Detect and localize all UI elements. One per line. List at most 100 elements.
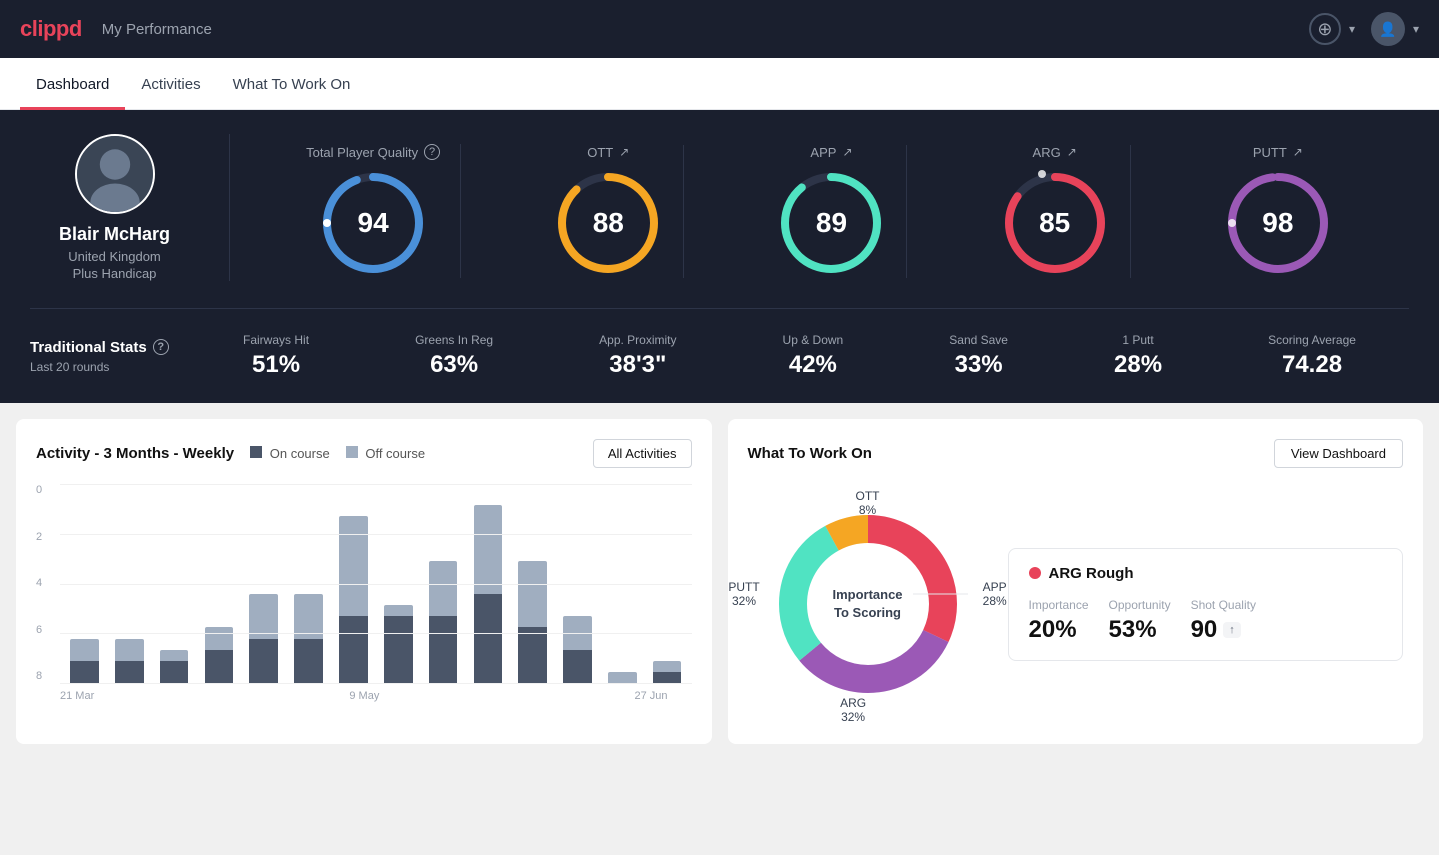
stat-greens-in-reg: Greens In Reg 63% [415,333,493,379]
view-dashboard-button[interactable]: View Dashboard [1274,439,1403,468]
trad-stats-subtitle: Last 20 rounds [30,360,190,374]
bar-on-course [115,661,144,683]
arg-card-title: ARG Rough [1029,565,1383,582]
avatar: 👤 [1371,12,1405,46]
arg-opportunity: Opportunity 53% [1109,598,1171,644]
arg-opportunity-label: Opportunity [1109,598,1171,612]
putt-label: PUTT ↗ [1253,145,1303,160]
bar-off-course [653,661,682,672]
bar-off-course [294,594,323,638]
arg-shot-quality: Shot Quality 90 ↑ [1191,598,1256,644]
fairways-hit-label: Fairways Hit [243,333,309,347]
ott-gauge: 88 [553,168,663,278]
activity-chart-header: Activity - 3 Months - Weekly On course O… [36,439,692,468]
bar-group [288,484,329,683]
arg-card-dot-icon [1029,567,1041,579]
bar-group [243,484,284,683]
bar-on-course [653,672,682,683]
app-value: 89 [816,207,847,239]
on-course-dot-icon [250,446,262,458]
hero-section: Blair McHarg United Kingdom Plus Handica… [0,110,1439,403]
ott-trend-icon: ↗ [619,145,629,159]
bar-off-course [70,639,99,661]
bar-off-course [384,605,413,616]
bar-on-course [205,650,234,683]
tab-what-to-work-on[interactable]: What To Work On [217,58,367,110]
arg-shot-quality-label: Shot Quality [1191,598,1256,612]
arg-value: 85 [1039,207,1070,239]
greens-in-reg-label: Greens In Reg [415,333,493,347]
bar-on-course [384,616,413,683]
arg-shot-quality-value: 90 [1191,616,1218,644]
stat-scoring-avg: Scoring Average 74.28 [1268,333,1356,379]
add-chevron-icon: ▾ [1349,22,1355,36]
donut-chart: ImportanceTo Scoring OTT 8% APP 28% ARG … [748,484,988,724]
player-avatar [75,134,155,214]
trad-stats-items: Fairways Hit 51% Greens In Reg 63% App. … [190,333,1409,379]
tab-activities[interactable]: Activities [125,58,216,110]
total-quality-info-icon[interactable]: ? [424,144,440,160]
app-proximity-value: 38'3" [609,351,666,379]
stat-fairways-hit: Fairways Hit 51% [243,333,309,379]
chart-legend: On course Off course [250,446,425,461]
metric-ott: OTT ↗ 88 [533,145,684,278]
header-left: clippd My Performance [20,16,212,42]
app-proximity-label: App. Proximity [599,333,676,347]
header-right: ⊕ ▾ 👤 ▾ [1309,12,1419,46]
bar-off-course [339,516,368,616]
bar-group [602,484,643,683]
bar-group [512,484,553,683]
bar-on-course [429,616,458,683]
bar-on-course [474,594,503,683]
bar-off-course [474,505,503,594]
tab-bar: Dashboard Activities What To Work On [0,58,1439,110]
bottom-panels: Activity - 3 Months - Weekly On course O… [0,403,1439,760]
bar-group [198,484,239,683]
arg-shot-quality-badge: ↑ [1223,622,1241,638]
metric-putt: PUTT ↗ 98 [1203,145,1353,278]
bar-on-course [339,616,368,683]
stat-1-putt: 1 Putt 28% [1114,333,1162,379]
arg-shot-quality-row: 90 ↑ [1191,616,1256,644]
trad-stats-title: Traditional Stats ? [30,339,190,356]
app-label: APP ↗ [810,145,852,160]
bar-group [423,484,464,683]
bar-group [467,484,508,683]
all-activities-button[interactable]: All Activities [593,439,692,468]
bar-chart: 8 6 4 2 0 [36,484,692,724]
what-to-work-on-panel: What To Work On View Dashboard [728,419,1424,744]
putt-value: 98 [1262,207,1293,239]
ott-label: OTT ↗ [587,145,629,160]
bar-group [557,484,598,683]
bar-on-course [518,627,547,683]
metrics-area: Total Player Quality ? 94 OTT ↗ [230,134,1409,288]
traditional-stats: Traditional Stats ? Last 20 rounds Fairw… [30,308,1409,379]
app-donut-label: APP 28% [983,580,1007,608]
metric-app: APP ↗ 89 [756,145,907,278]
bar-group [333,484,374,683]
stat-app-proximity: App. Proximity 38'3" [599,333,676,379]
arg-importance: Importance 20% [1029,598,1089,644]
ott-donut-label: OTT 8% [856,489,880,517]
putt-gauge: 98 [1223,168,1333,278]
player-country: United Kingdom [68,249,161,264]
legend-on-course: On course [250,446,330,461]
bar-chart-bars [60,484,692,684]
trad-stats-info-icon[interactable]: ? [153,339,169,355]
tab-dashboard[interactable]: Dashboard [20,58,125,110]
bar-group [64,484,105,683]
bar-on-course [294,639,323,683]
bar-off-course [518,561,547,628]
bar-off-course [249,594,278,638]
sand-save-label: Sand Save [949,333,1008,347]
bar-on-course [160,661,189,683]
trad-stats-label: Traditional Stats ? Last 20 rounds [30,339,190,374]
bar-off-course [563,616,592,649]
1-putt-value: 28% [1114,351,1162,379]
arg-importance-value: 20% [1029,616,1089,644]
sand-save-value: 33% [955,351,1003,379]
app-gauge: 89 [776,168,886,278]
add-button[interactable]: ⊕ [1309,13,1341,45]
wtwo-content: ImportanceTo Scoring OTT 8% APP 28% ARG … [748,484,1404,724]
arg-gauge: 85 [1000,168,1110,278]
